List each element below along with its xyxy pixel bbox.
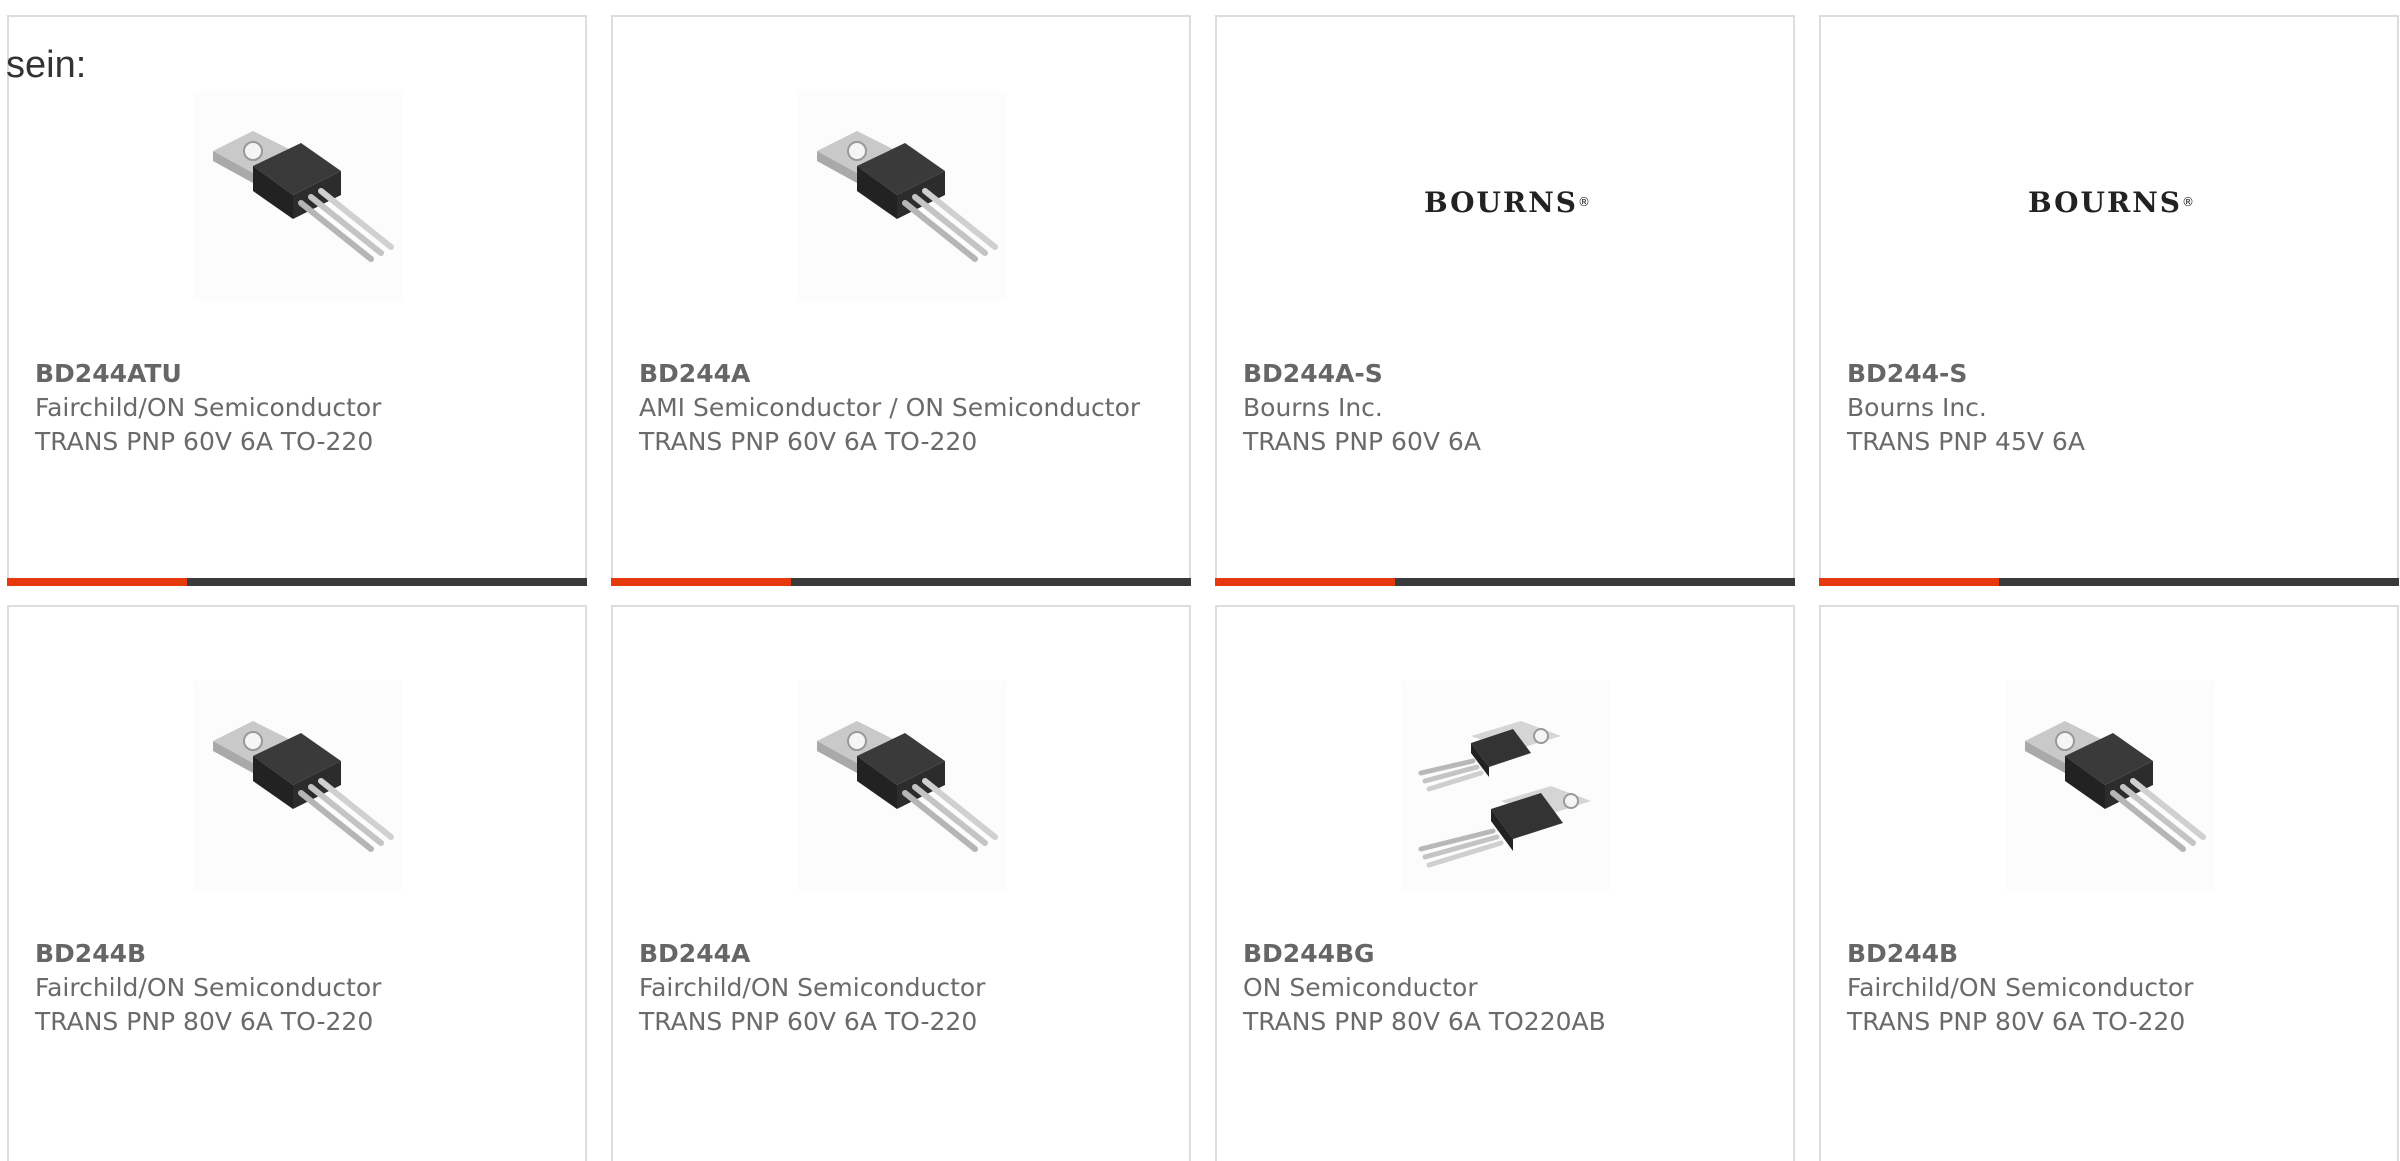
product-card[interactable]: BD244A AMI Semiconductor / ON Semiconduc… [611,15,1191,586]
part-number-link[interactable]: BD244A [639,939,750,968]
description-text: TRANS PNP 80V 6A TO-220 [1847,1007,2186,1036]
transistor-image[interactable] [193,91,403,301]
manufacturer-text: Fairchild/ON Semiconductor [639,973,986,1002]
product-card[interactable]: BOURNS ® BD244-S Bourns Inc. TRANS PNP 45… [1819,15,2399,586]
progress-bar [611,578,1191,586]
manufacturer-text: Bourns Inc. [1243,393,1383,422]
product-info: BD244B Fairchild/ON Semiconductor TRANS … [35,937,565,1039]
product-info: BD244A Fairchild/ON Semiconductor TRANS … [639,937,1169,1039]
bourns-logo[interactable]: BOURNS ® [1397,172,1617,232]
manufacturer-text: AMI Semiconductor / ON Semiconductor [639,393,1141,422]
part-number-link[interactable]: BD244-S [1847,359,1967,388]
description-text: TRANS PNP 80V 6A TO220AB [1243,1007,1606,1036]
transistor-image[interactable] [2005,681,2215,891]
product-card[interactable]: BD244B Fairchild/ON Semiconductor TRANS … [7,605,587,1161]
to220-transistor-icon [817,721,998,852]
description-text: TRANS PNP 60V 6A TO-220 [35,427,374,456]
bourns-logo[interactable]: BOURNS ® [2001,172,2221,232]
description-text: TRANS PNP 60V 6A TO-220 [639,1007,978,1036]
product-grid-page: sein: BD244ATU Fairchild/ON Semiconducto… [0,0,2400,1161]
manufacturer-text: Fairchild/ON Semiconductor [35,393,382,422]
product-info: BD244B Fairchild/ON Semiconductor TRANS … [1847,937,2377,1039]
to220-transistor-pair-icon [1418,721,1591,868]
progress-bar-fill [611,578,791,586]
progress-bar-fill [1215,578,1395,586]
product-info: BD244A-S Bourns Inc. TRANS PNP 60V 6A [1243,357,1773,459]
product-card[interactable]: BD244A Fairchild/ON Semiconductor TRANS … [611,605,1191,1161]
product-info: BD244BG ON Semiconductor TRANS PNP 80V 6… [1243,937,1773,1039]
product-card[interactable]: BD244BG ON Semiconductor TRANS PNP 80V 6… [1215,605,1795,1161]
part-number-link[interactable]: BD244B [1847,939,1958,968]
manufacturer-text: Bourns Inc. [1847,393,1987,422]
transistor-image[interactable] [797,91,1007,301]
part-number-link[interactable]: BD244B [35,939,146,968]
bourns-logo-text: BOURNS [2027,185,2183,219]
transistor-image[interactable] [193,681,403,891]
transistor-image[interactable] [797,681,1007,891]
part-number-link[interactable]: BD244ATU [35,359,182,388]
progress-bar [7,578,587,586]
progress-bar [1819,578,2399,586]
to220-transistor-icon [213,131,394,262]
manufacturer-text: Fairchild/ON Semiconductor [35,973,382,1002]
progress-bar [1215,578,1795,586]
registered-mark: ® [1578,195,1591,209]
product-info: BD244A AMI Semiconductor / ON Semiconduc… [639,357,1169,459]
progress-bar-fill [7,578,187,586]
product-card[interactable]: BD244B Fairchild/ON Semiconductor TRANS … [1819,605,2399,1161]
intro-text: sein: [6,44,87,86]
product-info: BD244-S Bourns Inc. TRANS PNP 45V 6A [1847,357,2377,459]
to220-transistor-icon [817,131,998,262]
progress-bar-fill [1819,578,1999,586]
to220-transistor-icon [213,721,394,852]
part-number-link[interactable]: BD244A [639,359,750,388]
description-text: TRANS PNP 80V 6A TO-220 [35,1007,374,1036]
product-card[interactable]: BOURNS ® BD244A-S Bourns Inc. TRANS PNP 6… [1215,15,1795,586]
transistor-pair-image[interactable] [1401,681,1611,891]
description-text: TRANS PNP 45V 6A [1847,427,2085,456]
bourns-logo-text: BOURNS [1423,185,1579,219]
part-number-link[interactable]: BD244BG [1243,939,1375,968]
to220-transistor-icon [2025,721,2206,852]
part-number-link[interactable]: BD244A-S [1243,359,1383,388]
registered-mark: ® [2182,195,2195,209]
description-text: TRANS PNP 60V 6A [1243,427,1481,456]
product-info: BD244ATU Fairchild/ON Semiconductor TRAN… [35,357,565,459]
description-text: TRANS PNP 60V 6A TO-220 [639,427,978,456]
manufacturer-text: Fairchild/ON Semiconductor [1847,973,2194,1002]
product-card[interactable]: BD244ATU Fairchild/ON Semiconductor TRAN… [7,15,587,586]
manufacturer-text: ON Semiconductor [1243,973,1478,1002]
